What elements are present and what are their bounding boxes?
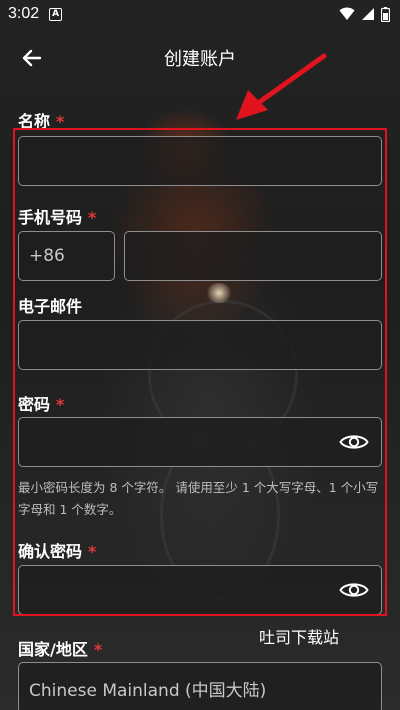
country-label-text: 国家/地区 — [18, 640, 88, 659]
bike-light-decoration — [206, 283, 232, 303]
password-label: 密码 * — [18, 391, 64, 415]
country-label: 国家/地区 * — [18, 636, 102, 660]
email-input[interactable] — [18, 320, 382, 370]
email-label-text: 电子邮件 — [18, 297, 83, 316]
status-time: 3:02 — [8, 5, 40, 22]
password-label-text: 密码 — [18, 395, 51, 414]
required-mark: * — [88, 208, 97, 227]
country-code-value: +86 — [29, 246, 65, 266]
red-arrow-annotation — [236, 53, 327, 120]
name-input[interactable] — [18, 136, 382, 186]
confirm-password-label: 确认密码 * — [18, 538, 96, 562]
phone-input[interactable] — [124, 231, 382, 281]
name-label-text: 名称 — [18, 112, 51, 131]
required-mark: * — [88, 542, 97, 561]
status-bar: 3:02 A — [0, 0, 400, 28]
required-mark: * — [93, 640, 103, 659]
wifi-icon — [339, 7, 355, 20]
page-title: 创建账户 — [164, 49, 236, 70]
app-header: 创建账户 — [0, 40, 400, 76]
phone-label: 手机号码 * — [18, 204, 96, 228]
signal-icon — [362, 8, 374, 20]
name-label: 名称 * — [18, 108, 64, 132]
watermark: 吐司下载站 — [259, 628, 340, 647]
required-mark: * — [56, 395, 65, 414]
country-value: Chinese Mainland (中国大陆) — [29, 680, 267, 701]
email-label: 电子邮件 — [18, 293, 82, 317]
password-input[interactable] — [18, 417, 382, 467]
required-mark: * — [56, 112, 65, 131]
password-hint: 最小密码长度为 8 个字符。 请使用至少 1 个大写字母、1 个小写字母和 1 … — [18, 480, 379, 517]
country-select[interactable]: Chinese Mainland (中国大陆) — [18, 662, 382, 710]
battery-icon — [381, 6, 390, 22]
confirm-password-input[interactable] — [18, 565, 382, 615]
phone-label-text: 手机号码 — [18, 208, 83, 227]
notification-icon: A — [49, 7, 63, 21]
confirm-password-label-text: 确认密码 — [18, 542, 83, 561]
eye-icon[interactable] — [339, 432, 369, 452]
eye-icon[interactable] — [339, 580, 369, 600]
country-code-field[interactable]: +86 — [18, 231, 115, 281]
